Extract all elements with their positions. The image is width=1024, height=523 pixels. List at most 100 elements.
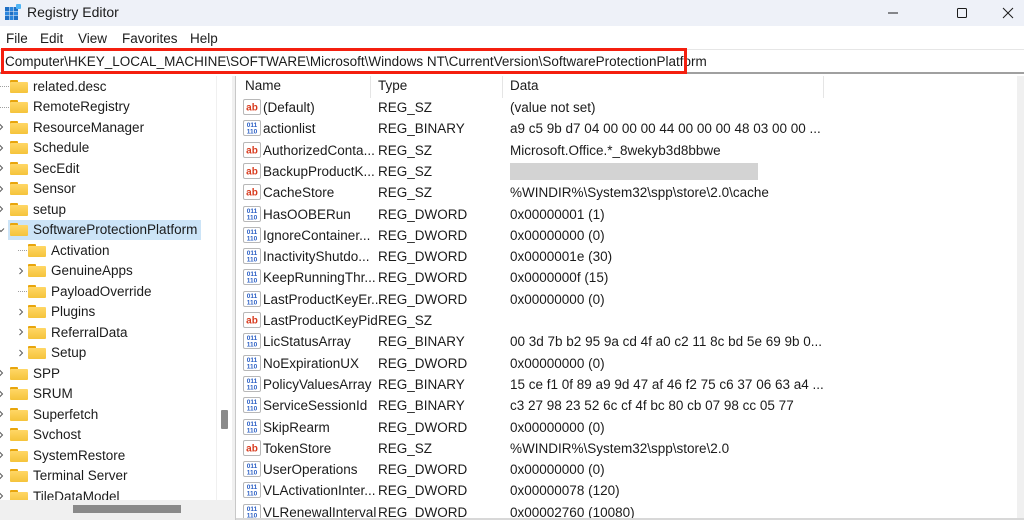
value-data: Microsoft.Office.*_8wekyb3d8bbwe [510, 142, 721, 158]
folder-icon [10, 366, 28, 380]
menu-edit[interactable]: Edit [40, 31, 63, 46]
chevron-right-icon[interactable] [0, 471, 6, 481]
column-header-type[interactable]: Type [378, 78, 407, 93]
tree-item[interactable]: ResourceManager [0, 117, 144, 137]
tree-item[interactable]: SecEdit [0, 158, 80, 178]
value-row[interactable]: 011 110 ServiceSessionId REG_BINARY c3 27 98… [236, 395, 1016, 416]
value-data: 00 3d 7b b2 95 9a cd 4f a0 c2 11 8c bd 5… [510, 334, 822, 350]
value-row[interactable]: 011 110 LastProductKeyEr... REG_DWORD 0x0000… [236, 289, 1016, 310]
value-data: %WINDIR%\System32\spp\store\2.0\cache [510, 185, 769, 201]
tree-item[interactable]: SPP [0, 363, 60, 383]
tree-item[interactable]: ReferralData [0, 322, 128, 342]
value-row[interactable]: 011 110 UserOperations REG_DWORD 0x00000000 … [236, 459, 1016, 480]
maximize-button[interactable] [939, 0, 985, 26]
value-row[interactable]: ab TokenStore REG_SZ %WINDIR%\System32\spp\… [236, 438, 1016, 459]
chevron-down-icon[interactable] [0, 225, 6, 235]
tree-item[interactable]: Plugins [0, 302, 95, 322]
value-row[interactable]: 011 110 LicStatusArray REG_BINARY 00 3d 7b b… [236, 331, 1016, 352]
menu-favorites[interactable]: Favorites [122, 31, 178, 46]
menu-view[interactable]: View [78, 31, 107, 46]
value-row[interactable]: ab AuthorizedConta... REG_SZ Microsoft.Offi… [236, 140, 1016, 161]
value-row[interactable]: 011 110 HasOOBERun REG_DWORD 0x00000001 (1) [236, 204, 1016, 225]
string-value-icon: ab [243, 184, 261, 201]
chevron-right-icon[interactable] [0, 450, 6, 460]
value-type: REG_DWORD [378, 227, 468, 243]
tree-item[interactable]: related.desc [0, 76, 107, 96]
chevron-right-icon[interactable] [0, 163, 6, 173]
value-data: 0x0000000f (15) [510, 270, 609, 286]
value-data: 0x00000000 (0) [510, 291, 605, 307]
tree-item[interactable]: SoftwareProtectionPlatform [0, 219, 202, 240]
chevron-right-icon[interactable] [0, 368, 6, 378]
chevron-right-icon[interactable] [16, 327, 26, 337]
binary-value-icon: 011 110 [243, 375, 261, 392]
value-name: LastProductKeyPid [263, 313, 378, 328]
chevron-right-icon[interactable] [0, 430, 6, 440]
close-button[interactable] [985, 0, 1024, 26]
value-row[interactable]: ab (Default) REG_SZ (value not set) [236, 97, 1016, 118]
menu-file[interactable]: File [6, 31, 28, 46]
tree-vertical-scrollbar[interactable] [216, 76, 232, 500]
tree-item[interactable]: setup [0, 199, 66, 219]
column-header-data[interactable]: Data [510, 78, 539, 93]
tree-item-label: PayloadOverride [51, 283, 152, 299]
value-row[interactable]: 011 110 InactivityShutdo... REG_DWORD 0x0000… [236, 246, 1016, 267]
column-separator[interactable] [823, 76, 824, 98]
tree-item-label: Plugins [51, 304, 96, 319]
list-header: Name Type Data [236, 76, 1024, 98]
menu-help[interactable]: Help [190, 31, 218, 46]
value-row[interactable]: ab BackupProductK... REG_SZ [236, 161, 1016, 182]
folder-icon [28, 284, 46, 298]
tree-item[interactable]: Superfetch [0, 404, 98, 424]
tree-item[interactable]: Setup [0, 343, 86, 363]
tree-item[interactable]: Activation [0, 240, 110, 260]
value-row[interactable]: 011 110 KeepRunningThr... REG_DWORD 0x000000… [236, 267, 1016, 288]
chevron-right-icon[interactable] [0, 409, 6, 419]
value-row[interactable]: 011 110 VLActivationInter... REG_DWORD 0x000… [236, 480, 1016, 501]
value-data: 0x00000078 (120) [510, 483, 620, 499]
tree-item-label: Terminal Server [33, 468, 128, 483]
tree-item-label: Superfetch [33, 406, 99, 422]
chevron-right-icon[interactable] [16, 307, 26, 317]
value-row[interactable]: 011 110 SkipRearm REG_DWORD 0x00000000 (0) [236, 417, 1016, 438]
value-row[interactable]: ab CacheStore REG_SZ %WINDIR%\System32\spp\… [236, 182, 1016, 203]
chevron-right-icon[interactable] [0, 389, 6, 399]
chevron-right-icon[interactable] [16, 266, 26, 276]
value-type: REG_DWORD [378, 270, 468, 286]
list-vertical-scrollbar[interactable] [1017, 76, 1024, 520]
svg-text:110: 110 [247, 363, 258, 370]
binary-value-icon: 011 110 [243, 226, 261, 243]
tree-item[interactable]: PayloadOverride [0, 281, 152, 301]
maximize-icon [957, 8, 967, 18]
tree-item-label: Svchost [33, 427, 82, 442]
chevron-right-icon[interactable] [0, 204, 6, 214]
tree-item-label: ResourceManager [33, 119, 145, 135]
column-separator[interactable] [370, 76, 371, 98]
chevron-right-icon[interactable] [0, 143, 6, 153]
tree-vertical-scroll-thumb[interactable] [221, 410, 228, 429]
chevron-right-icon[interactable] [0, 122, 6, 132]
tree-item[interactable]: Terminal Server [0, 466, 128, 486]
value-row[interactable]: 011 110 IgnoreContainer... REG_DWORD 0x00000… [236, 225, 1016, 246]
tree-item[interactable]: Svchost [0, 425, 81, 445]
chevron-right-icon[interactable] [16, 348, 26, 358]
value-row[interactable]: ab LastProductKeyPid REG_SZ [236, 310, 1016, 331]
svg-text:110: 110 [247, 384, 258, 391]
column-separator[interactable] [502, 76, 503, 98]
tree-item[interactable]: RemoteRegistry [0, 97, 130, 117]
tree-item[interactable]: Schedule [0, 138, 89, 158]
chevron-right-icon[interactable] [0, 184, 6, 194]
column-header-name[interactable]: Name [245, 78, 281, 93]
value-name: (Default) [263, 100, 315, 115]
tree-horizontal-scroll-thumb[interactable] [73, 505, 181, 513]
value-row[interactable]: 011 110 actionlist REG_BINARY a9 c5 9b d7 04… [236, 118, 1016, 139]
value-data: 0x00000000 (0) [510, 419, 605, 435]
value-row[interactable]: 011 110 NoExpirationUX REG_DWORD 0x00000000 … [236, 353, 1016, 374]
value-row[interactable]: 011 110 PolicyValuesArray REG_BINARY 15 ce f… [236, 374, 1016, 395]
address-path[interactable]: Computer\HKEY_LOCAL_MACHINE\SOFTWARE\Mic… [5, 54, 707, 69]
tree-item[interactable]: SystemRestore [0, 445, 125, 465]
tree-item[interactable]: Sensor [0, 179, 76, 199]
tree-item[interactable]: GenuineApps [0, 261, 133, 281]
minimize-button[interactable] [870, 0, 916, 26]
tree-item[interactable]: SRUM [0, 384, 73, 404]
